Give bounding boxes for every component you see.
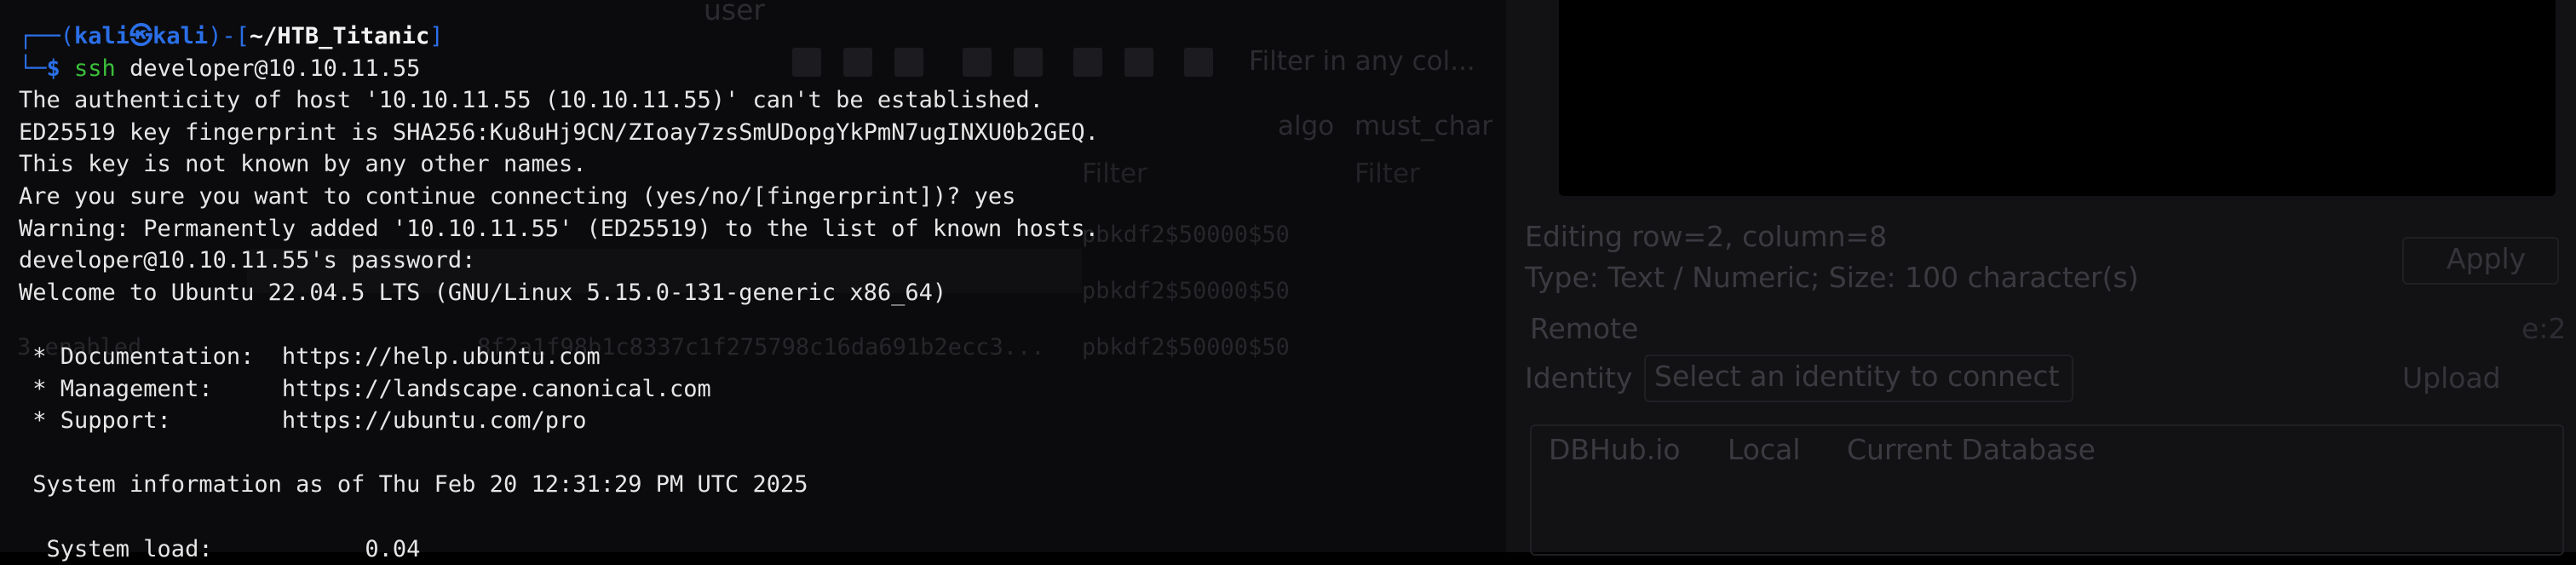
bg-type-info: Type: Text / Numeric; Size: 100 characte… [1525, 261, 2139, 294]
output-line: The authenticity of host '10.10.11.55 (1… [19, 84, 1506, 117]
bg-identity-select[interactable]: Select an identity to connect [1644, 355, 2073, 402]
bg-side-hint: e:2 [2521, 312, 2566, 345]
bg-tab-local[interactable]: Local [1728, 433, 1801, 466]
output-line: ED25519 key fingerprint is SHA256:Ku8uHj… [19, 117, 1506, 149]
prompt-host: kali [152, 23, 208, 49]
output-line: * Management: https://landscape.canonica… [19, 373, 1506, 406]
command-args: developer@10.10.11.55 [116, 55, 421, 82]
output-line: System information as of Thu Feb 20 12:3… [19, 469, 1506, 501]
output-line: * Documentation: https://help.ubuntu.com [19, 341, 1506, 373]
bg-tab-dbhub[interactable]: DBHub.io [1549, 433, 1681, 466]
prompt-box-open: ┌──( [19, 23, 74, 49]
bg-apply-button[interactable]: Apply [2402, 237, 2559, 285]
output-line [19, 308, 1506, 341]
prompt-close: ] [429, 23, 443, 49]
output-line: This key is not known by any other names… [19, 148, 1506, 181]
prompt-box-corner: └─ [19, 55, 47, 82]
background-sql-area [1559, 0, 2556, 196]
prompt-sep: )-[ [208, 23, 250, 49]
output-line: System load: 0.04 [19, 533, 1506, 565]
output-line: Warning: Permanently added '10.10.11.55'… [19, 213, 1506, 245]
prompt-line-2: └─$ ssh developer@10.10.11.55 [19, 53, 1506, 85]
prompt-line-1: ┌──(kali㉿kali)-[~/HTB_Titanic] [19, 20, 1506, 53]
output-line [19, 501, 1506, 533]
command-binary: ssh [74, 55, 116, 82]
output-line [19, 437, 1506, 470]
bg-remote-label: Remote [1530, 312, 1638, 345]
bg-editing-status: Editing row=2, column=8 [1525, 220, 1887, 253]
bg-tab-current-database[interactable]: Current Database [1847, 433, 2096, 466]
terminal-window[interactable]: ┌──(kali㉿kali)-[~/HTB_Titanic] └─$ ssh d… [0, 0, 1506, 552]
output-line: Welcome to Ubuntu 22.04.5 LTS (GNU/Linux… [19, 277, 1506, 309]
prompt-at-icon: ㉿ [129, 23, 152, 49]
prompt-user: kali [74, 23, 129, 49]
prompt-dollar: $ [47, 55, 75, 82]
bg-upload-button[interactable]: Upload [2402, 361, 2501, 395]
prompt-path: ~/HTB_Titanic [250, 23, 429, 49]
output-line: * Support: https://ubuntu.com/pro [19, 405, 1506, 437]
output-line: developer@10.10.11.55's password: [19, 245, 1506, 277]
output-line: Are you sure you want to continue connec… [19, 181, 1506, 213]
bg-identity-label: Identity [1525, 361, 1632, 395]
